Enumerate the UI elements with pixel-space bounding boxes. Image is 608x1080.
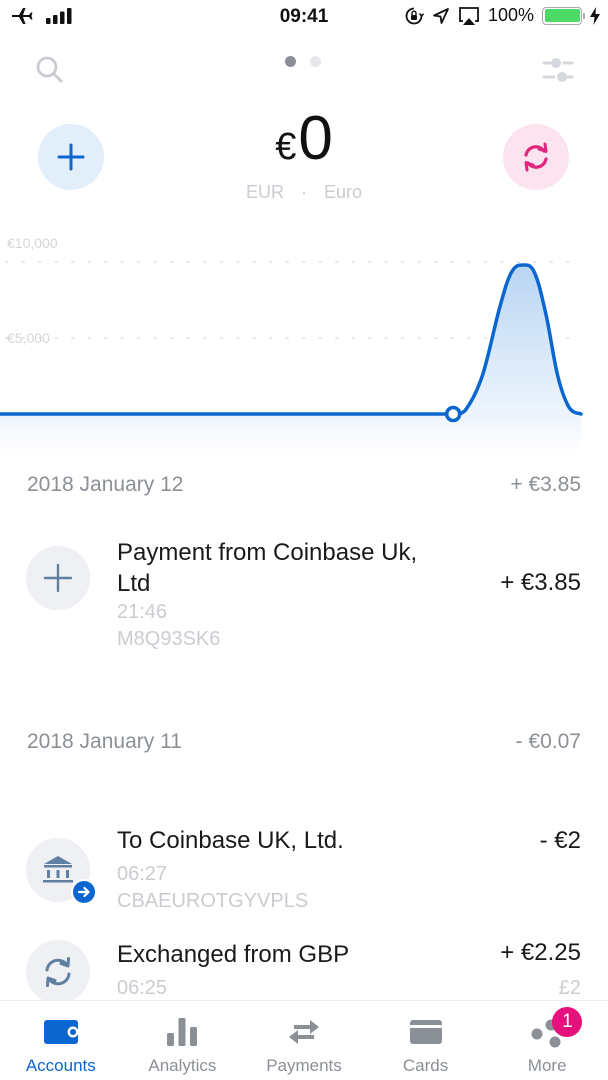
- day-total: - €0.07: [515, 730, 581, 753]
- day-header: 2018 January 11 - €0.07: [0, 712, 608, 772]
- tab-label: More: [527, 1056, 567, 1075]
- exchange-icon: [45, 957, 71, 987]
- balance-amount: € 0: [275, 108, 333, 170]
- arrow-right-icon: [77, 886, 90, 898]
- transaction-meta: 21:46 M8Q93SK6: [117, 599, 220, 653]
- tab-icon-wrap: [286, 1015, 322, 1049]
- battery-icon: [542, 6, 585, 25]
- transaction-title: Payment from Coinbase Uk, Ltd: [117, 539, 418, 597]
- transaction-icon: [26, 546, 90, 610]
- currency-code: EUR: [245, 182, 284, 202]
- status-bar: 09:41 100%: [0, 0, 608, 34]
- transaction-meta: 06:27 CBAEUROTGYVPLS: [117, 861, 308, 915]
- chart-baseline-fade: [0, 414, 581, 454]
- transaction-amount: + €2.25: [500, 939, 581, 966]
- transaction-reference: M8Q93SK6: [117, 628, 221, 650]
- transfer-arrows-icon: [288, 1020, 319, 1044]
- notification-badge: 1: [552, 1007, 583, 1037]
- currency-name: Euro: [324, 182, 363, 202]
- plus-icon: [43, 563, 73, 593]
- status-right: 100%: [404, 5, 600, 26]
- transaction-row[interactable]: To Coinbase UK, Ltd. - €2 06:27 CBAEUROT…: [0, 772, 608, 942]
- page-dot[interactable]: [310, 56, 321, 67]
- top-nav: [0, 44, 608, 94]
- airplay-icon: [459, 6, 479, 25]
- filter-button[interactable]: [540, 54, 576, 86]
- page-indicator[interactable]: [285, 56, 321, 67]
- charging-icon: [590, 6, 600, 25]
- wallet-icon: [43, 1020, 79, 1044]
- tab-label: Payments: [266, 1056, 342, 1075]
- balance-chart[interactable]: €10,000€5,000€0: [0, 225, 608, 455]
- location-icon: [433, 7, 449, 24]
- search-button[interactable]: [34, 54, 66, 86]
- transaction-title: To Coinbase UK, Ltd.: [117, 827, 344, 854]
- search-icon: [36, 56, 63, 83]
- tab-payments[interactable]: Payments: [243, 1001, 365, 1080]
- currency-symbol: €: [275, 126, 297, 168]
- tab-icon-wrap: [409, 1015, 443, 1049]
- battery-percent: 100%: [487, 5, 534, 25]
- tab-more[interactable]: More 1: [486, 1001, 608, 1080]
- transaction-title: Exchanged from GBP: [117, 941, 350, 968]
- sliders-icon: [542, 58, 574, 82]
- bank-icon: [43, 856, 73, 883]
- transaction-icon: [26, 838, 97, 905]
- bar-chart-icon: [167, 1018, 198, 1046]
- balance-value: 0: [298, 104, 333, 173]
- day-date: 2018 January 11: [27, 730, 182, 753]
- transaction-amount: + €3.85: [500, 569, 581, 596]
- orientation-lock-icon: [405, 7, 424, 24]
- tab-accounts[interactable]: Accounts: [0, 1001, 122, 1080]
- card-icon: [409, 1020, 442, 1044]
- tab-label: Accounts: [25, 1056, 96, 1075]
- transaction-amount: - €2: [539, 827, 581, 854]
- chart-y-tick-label: €5,000: [7, 330, 50, 346]
- transaction-list: 2018 January 12 + €3.85 Payment from Coi…: [0, 455, 608, 1062]
- page-dot[interactable]: [285, 56, 296, 67]
- tab-icon-wrap: [166, 1015, 198, 1049]
- currency-label[interactable]: EUR · Euro: [0, 182, 608, 203]
- transaction-row[interactable]: Payment from Coinbase Uk, Ltd + €3.85 21…: [0, 515, 608, 712]
- chart-current-point: [444, 405, 462, 423]
- chart-svg: €10,000€5,000€0: [0, 235, 583, 454]
- transaction-reference: CBAEUROTGYVPLS: [117, 890, 309, 912]
- separator: ·: [300, 182, 307, 202]
- tab-bar: Accounts Analytics Payments Cards More 1: [0, 1000, 608, 1080]
- chart-y-labels: €10,000€5,000€0: [7, 235, 58, 443]
- day-header: 2018 January 12 + €3.85: [0, 455, 608, 515]
- transfer-out-badge: [71, 879, 97, 905]
- tab-icon-wrap: [43, 1015, 79, 1049]
- exchange-button[interactable]: [503, 124, 569, 190]
- transaction-time: 21:46: [117, 601, 168, 623]
- day-total: + €3.85: [510, 473, 581, 496]
- day-date: 2018 January 12: [27, 473, 184, 496]
- transaction-time: 06:27: [117, 863, 168, 885]
- tab-cards[interactable]: Cards: [365, 1001, 487, 1080]
- tab-label: Analytics: [148, 1056, 217, 1075]
- transaction-icon: [26, 940, 90, 1004]
- transaction-time: 06:25: [117, 977, 168, 999]
- tab-label: Cards: [402, 1056, 449, 1075]
- exchange-icon: [524, 142, 548, 172]
- chart-y-tick-label: €10,000: [7, 235, 58, 251]
- tab-analytics[interactable]: Analytics: [122, 1001, 244, 1080]
- battery-fill: [544, 9, 580, 22]
- transaction-secondary-amount: £2: [558, 977, 581, 999]
